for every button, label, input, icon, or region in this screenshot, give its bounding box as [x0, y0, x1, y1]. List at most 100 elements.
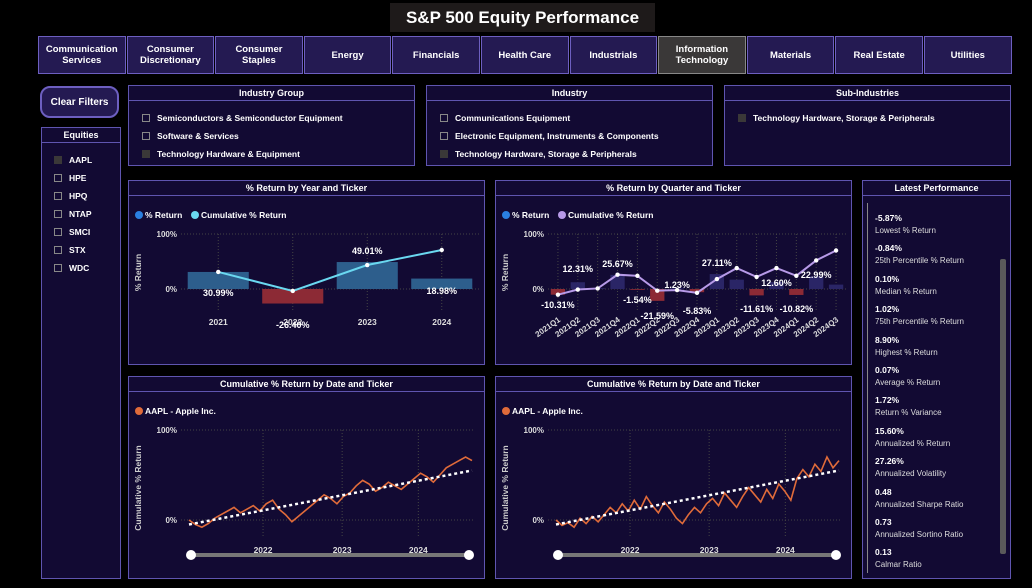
slider-handle-start[interactable] [186, 550, 196, 560]
legend-marker [191, 211, 199, 219]
checkbox-icon[interactable] [54, 192, 62, 200]
filter-option-label: SMCI [69, 227, 91, 237]
sector-tab-consumer-discretionary[interactable]: Consumer Discretionary [126, 36, 215, 74]
y-tick-label: 0% [532, 516, 544, 525]
checkbox-icon[interactable] [54, 246, 62, 254]
latest-performance-panel: Latest Performance -5.87% Lowest % Return… [862, 180, 1011, 579]
checkbox-icon[interactable] [440, 114, 448, 122]
chart-title: % Return by Year and Ticker [129, 181, 484, 196]
filter-option[interactable]: AAPL [54, 151, 92, 169]
kpi-item: 8.90% Highest % Return [875, 335, 938, 357]
checkbox-icon[interactable] [54, 264, 62, 272]
checkbox-icon[interactable] [440, 132, 448, 140]
cumulative-point [635, 273, 640, 278]
kpi-item: 0.48 Annualized Sharpe Ratio [875, 487, 964, 509]
data-label: -26.40% [276, 320, 310, 330]
clear-filters-button[interactable]: Clear Filters [40, 86, 119, 118]
industry-group-header: Industry Group [129, 86, 414, 101]
filter-option[interactable]: Electronic Equipment, Instruments & Comp… [440, 127, 659, 145]
y-tick-label: 100% [157, 426, 177, 435]
checkbox-icon[interactable] [142, 150, 150, 158]
filter-option[interactable]: Communications Equipment [440, 109, 659, 127]
filter-option-label: Software & Services [157, 131, 239, 141]
checkbox-icon[interactable] [54, 210, 62, 218]
legend-label: AAPL - Apple Inc. [512, 406, 583, 416]
sector-tab-energy[interactable]: Energy [303, 36, 392, 74]
kpi-item: 15.60% Annualized % Return [875, 426, 950, 448]
checkbox-icon[interactable] [738, 114, 746, 122]
sub-industries-panel: Sub-Industries Technology Hardware, Stor… [724, 85, 1011, 166]
sector-tab-consumer-staples[interactable]: Consumer Staples [215, 36, 303, 74]
filter-option[interactable]: NTAP [54, 205, 92, 223]
data-label: 12.31% [563, 264, 594, 274]
legend-marker [135, 407, 143, 415]
filter-option[interactable]: HPE [54, 169, 92, 187]
checkbox-icon[interactable] [440, 150, 448, 158]
filter-option-label: HPE [69, 173, 87, 183]
sector-tab-materials[interactable]: Materials [746, 36, 835, 74]
latest-performance-header: Latest Performance [863, 181, 1010, 196]
slider-handle-start[interactable] [553, 550, 563, 560]
kpi-label: Annualized Volatility [875, 469, 947, 479]
y-axis-label: Cumulative % Return [133, 445, 143, 531]
slider-handle-end[interactable] [464, 550, 474, 560]
sector-tab-industrials[interactable]: Industrials [569, 36, 658, 74]
kpi-label: Average % Return [875, 378, 941, 387]
filter-option[interactable]: STX [54, 241, 92, 259]
kpi-value: -0.84% [875, 243, 902, 254]
kpi-label: Highest % Return [875, 347, 938, 357]
checkbox-icon[interactable] [142, 132, 150, 140]
industry-list: Communications Equipment Electronic Equip… [440, 109, 659, 163]
filter-option[interactable]: Software & Services [142, 127, 343, 145]
cumulative-point [555, 292, 561, 297]
filter-option[interactable]: WDC [54, 259, 92, 277]
checkbox-icon[interactable] [142, 114, 150, 122]
return-bar [187, 271, 249, 289]
sector-tab-utilities[interactable]: Utilities [924, 36, 1012, 74]
chart-title: Cumulative % Return by Date and Ticker [129, 377, 484, 392]
y-tick-label: 0% [165, 516, 177, 525]
filter-option-label: Technology Hardware & Equipment [157, 149, 300, 159]
kpi-scrollbar[interactable] [1000, 259, 1006, 554]
cumulative-point [794, 273, 799, 278]
cumulative-point [714, 276, 720, 282]
x-tick-label: 2023 [358, 317, 377, 327]
kpi-label: Annualized % Return [875, 438, 951, 448]
kpi-label: 75th Percentile % Return [875, 317, 964, 327]
kpi-item: -0.84% 25th Percentile % Return [875, 243, 964, 265]
kpi-item: 0.10% Median % Return [875, 274, 937, 296]
legend-marker [502, 407, 510, 415]
checkbox-icon[interactable] [54, 228, 62, 236]
industry-header: Industry [427, 86, 712, 101]
y-tick-label: 100% [524, 230, 544, 239]
sector-tab-financials[interactable]: Financials [392, 36, 480, 74]
cumulative-point [290, 288, 295, 294]
chart-title: Cumulative % Return by Date and Ticker [496, 377, 851, 392]
sector-tab-real-estate[interactable]: Real Estate [835, 36, 923, 74]
industry-group-list: Semiconductors & Semiconductor Equipment… [142, 109, 343, 163]
filter-option[interactable]: Technology Hardware & Equipment [142, 145, 343, 163]
filter-option[interactable]: Technology Hardware, Storage & Periphera… [440, 145, 659, 163]
equities-list: AAPL HPE HPQ NTAP SMCI STX WDC [54, 151, 92, 277]
cumulative-point [655, 288, 660, 293]
return-bar [729, 279, 744, 289]
checkbox-icon[interactable] [54, 174, 62, 182]
kpi-item: 0.07% Average % Return [875, 365, 940, 387]
sector-tab-information-technology[interactable]: Information Technology [658, 36, 746, 74]
filter-option[interactable]: SMCI [54, 223, 92, 241]
sector-tab-health-care[interactable]: Health Care [481, 36, 569, 74]
kpi-value: 0.10% [875, 273, 900, 284]
kpi-value: 8.90% [875, 334, 900, 345]
filter-option[interactable]: HPQ [54, 187, 92, 205]
cumulative-point [595, 286, 600, 291]
kpi-divider [867, 203, 868, 573]
filter-option[interactable]: Technology Hardware, Storage & Periphera… [738, 109, 935, 127]
legend-label: AAPL - Apple Inc. [145, 406, 216, 416]
sector-tab-communication-services[interactable]: Communication Services [38, 36, 126, 74]
checkbox-icon[interactable] [54, 156, 62, 164]
filter-option[interactable]: Semiconductors & Semiconductor Equipment [142, 109, 343, 127]
data-label: 30.99% [203, 288, 234, 298]
cumulative-point [365, 262, 370, 268]
slider-handle-end[interactable] [831, 550, 841, 560]
filter-option-label: HPQ [69, 191, 88, 201]
